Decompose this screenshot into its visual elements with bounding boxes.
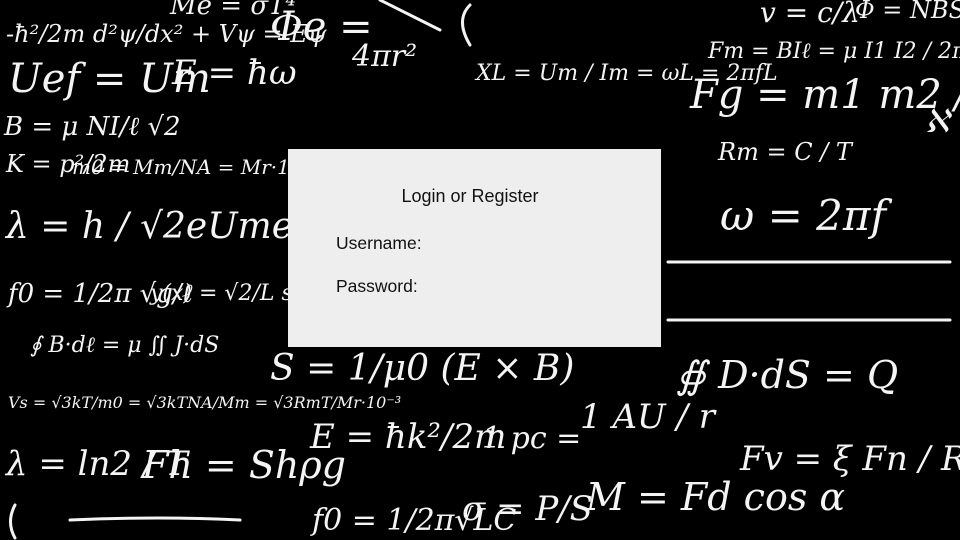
password-input[interactable] xyxy=(433,276,633,298)
formula: Fv = ξ Fn / R xyxy=(739,439,960,479)
chalk-stroke xyxy=(9,503,17,540)
login-screen: -ħ²/2m d²ψ/dx² + Vψ = Eψ Me = σT⁴ Φe = v… xyxy=(0,0,960,540)
formula: 1 pc = xyxy=(482,421,581,456)
formula: B = μ NI/ℓ √2 xyxy=(3,112,181,142)
formula: Rm = C / T xyxy=(717,138,854,166)
username-input[interactable] xyxy=(433,233,633,255)
formula: ∮ B·dℓ = μ ∬ J·dS xyxy=(30,333,219,358)
formula: Fg = m1 m2 / r² xyxy=(689,72,960,118)
formula: Fm = BIℓ = μ I1 I2 / 2πd ℓ xyxy=(707,39,960,64)
formula: M = Fd cos α xyxy=(585,475,845,519)
chalk-stroke xyxy=(461,3,472,47)
formula: λ = h / √2eUme xyxy=(4,206,293,247)
formula: Fh = Shρg xyxy=(141,443,346,487)
formula: 4πr² xyxy=(351,39,417,74)
formula: ℵ xyxy=(925,102,953,140)
formula: ∯ D·dS = Q xyxy=(676,353,898,397)
username-label: Username: xyxy=(336,233,422,253)
formula: Vs = √3kT/m0 = √3kTNA/Mm = √3RmT/Mr·10⁻³ xyxy=(8,393,401,412)
formula: σ = P/S xyxy=(462,489,593,529)
formula: ω = 2πf xyxy=(720,191,892,240)
chalk-stroke xyxy=(68,516,242,522)
formula: E = ħω xyxy=(171,53,297,93)
chalk-stroke xyxy=(378,0,442,32)
password-label: Password: xyxy=(336,276,418,296)
formula: 1 AU / r xyxy=(580,397,717,437)
formula: S = 1/μ0 (E × B) xyxy=(270,348,574,389)
login-title: Login or Register xyxy=(401,186,539,206)
formula: Φ = NBS xyxy=(855,0,960,24)
login-dialog: Login or Register Username: Password: xyxy=(288,149,661,347)
formula: v = c/λ xyxy=(760,0,860,29)
